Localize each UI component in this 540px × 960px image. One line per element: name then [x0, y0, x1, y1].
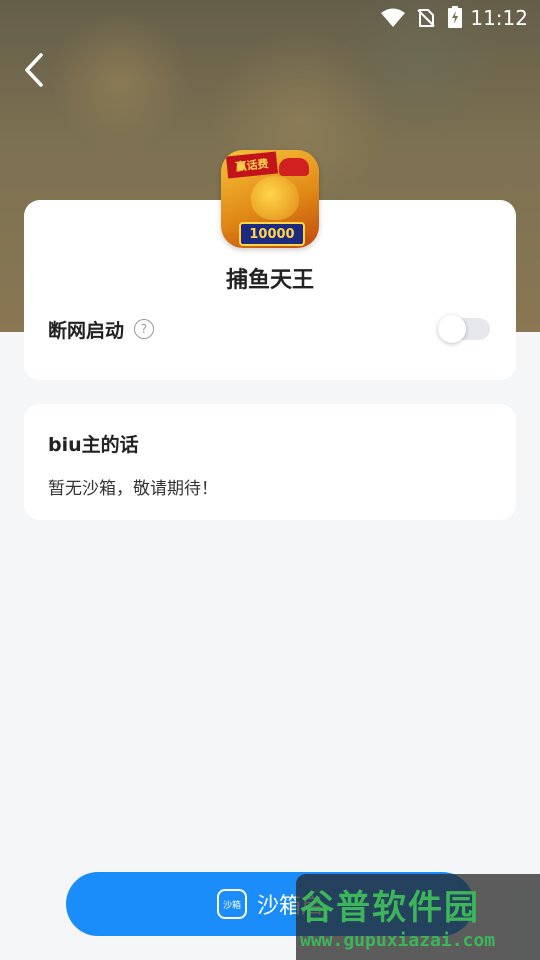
- help-icon[interactable]: ?: [134, 319, 155, 339]
- offline-launch-label: 断网启动: [48, 319, 125, 342]
- sandbox-icon: 沙箱: [216, 889, 247, 919]
- message-body: 暂无沙箱，敬请期待！: [48, 479, 218, 499]
- back-button[interactable]: [16, 50, 52, 90]
- app-icon-banner: 赢话费: [225, 151, 279, 179]
- offline-launch-toggle[interactable]: [438, 315, 490, 343]
- offline-launch-row: 断网启动 ?: [48, 314, 155, 344]
- watermark-title: 谷普软件园: [300, 888, 480, 928]
- toggle-knob: [438, 315, 466, 343]
- app-icon-cap: [279, 158, 309, 176]
- status-bar: 11:12: [0, 0, 540, 36]
- app-icon-badge: 10000: [239, 222, 305, 246]
- battery-charging-icon: [448, 6, 462, 28]
- message-title: biu主的话: [48, 434, 139, 456]
- watermark-url: www.gupuxiazai.com: [300, 930, 496, 951]
- message-card: [24, 404, 516, 520]
- app-icon: 赢话费 10000: [221, 150, 319, 248]
- wifi-icon: [381, 8, 405, 27]
- status-time: 11:12: [470, 6, 528, 30]
- chevron-left-icon: [25, 53, 43, 87]
- app-name: 捕鱼天王: [225, 268, 314, 293]
- app-icon-fish: [251, 176, 299, 220]
- no-sim-icon: [417, 9, 435, 27]
